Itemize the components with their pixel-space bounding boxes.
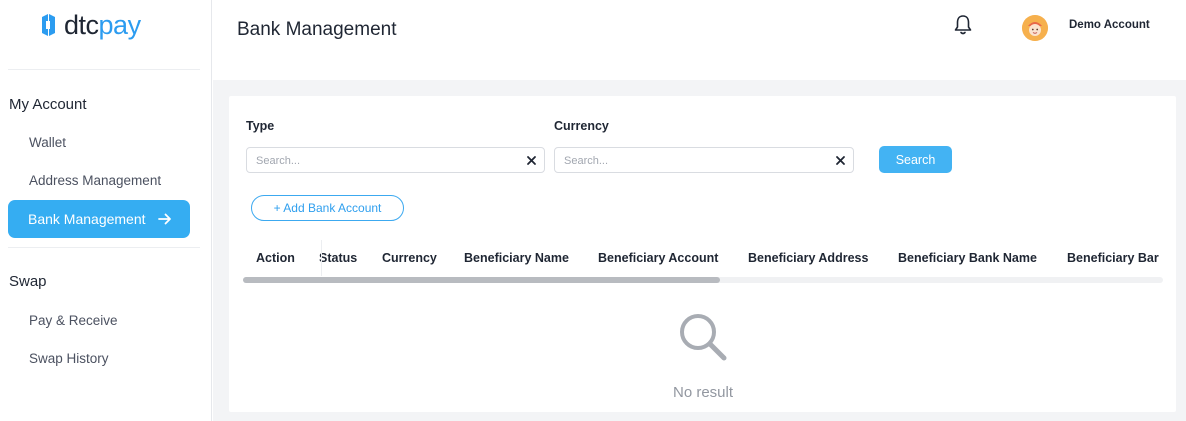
column-header-beneficiary-bank-truncated[interactable]: Beneficiary Bar [1067, 251, 1167, 265]
header: Bank Management Demo Account [213, 0, 1186, 80]
column-header-status[interactable]: Status [319, 251, 382, 265]
magnifier-icon [680, 314, 727, 361]
bell-icon[interactable] [953, 14, 973, 36]
add-bank-account-button[interactable]: + Add Bank Account [251, 195, 404, 221]
arrow-right-icon [157, 213, 171, 225]
logo-text: dtcpay [64, 10, 142, 40]
column-header-beneficiary-name[interactable]: Beneficiary Name [464, 251, 598, 265]
avatar-face-icon [1022, 15, 1048, 41]
page-title: Bank Management [237, 19, 397, 40]
currency-search-input[interactable] [564, 153, 804, 168]
section-title-my-account: My Account [9, 96, 87, 113]
sidebar-item-bank-management[interactable]: Bank Management [8, 200, 190, 238]
column-header-beneficiary-bank-name[interactable]: Beneficiary Bank Name [898, 251, 1067, 265]
logo-text-dark: dtc [64, 10, 99, 40]
avatar[interactable] [1022, 15, 1048, 41]
sidebar-item-pay-receive[interactable]: Pay & Receive [29, 313, 118, 328]
sidebar-item-swap-history[interactable]: Swap History [29, 351, 109, 366]
logo-text-accent: pay [98, 10, 142, 40]
column-header-beneficiary-account[interactable]: Beneficiary Account [598, 251, 748, 265]
column-header-beneficiary-address[interactable]: Beneficiary Address [748, 251, 898, 265]
column-header-currency[interactable]: Currency [382, 251, 464, 265]
sidebar-divider [8, 247, 200, 248]
sidebar-divider [8, 69, 200, 70]
type-search-input[interactable] [256, 153, 496, 168]
section-title-swap: Swap [9, 273, 47, 290]
currency-search-field[interactable] [554, 147, 854, 173]
column-header-action[interactable]: Action [256, 251, 319, 265]
sidebar-item-label: Bank Management [28, 211, 146, 227]
logo[interactable]: dtcpay [37, 10, 142, 40]
search-button[interactable]: Search [879, 146, 952, 173]
dtcpay-logo-mark-icon [42, 14, 55, 36]
type-label: Type [246, 119, 275, 133]
currency-label: Currency [554, 119, 609, 133]
bank-management-card: Type Currency Search + Add Bank Account … [229, 96, 1176, 412]
column-divider [321, 240, 322, 276]
clear-icon[interactable] [526, 155, 537, 166]
scrollbar-thumb[interactable] [243, 277, 720, 283]
sidebar-item-address-management[interactable]: Address Management [29, 173, 161, 188]
horizontal-scrollbar[interactable] [243, 277, 1163, 283]
sidebar: dtcpay My Account Wallet Address Managem… [0, 0, 212, 421]
table-header: Action Status Currency Beneficiary Name … [243, 240, 1163, 276]
clear-icon[interactable] [835, 155, 846, 166]
user-name[interactable]: Demo Account [1069, 19, 1150, 31]
empty-state-text: No result [672, 384, 734, 401]
sidebar-item-wallet[interactable]: Wallet [29, 135, 66, 150]
type-search-field[interactable] [246, 147, 545, 173]
